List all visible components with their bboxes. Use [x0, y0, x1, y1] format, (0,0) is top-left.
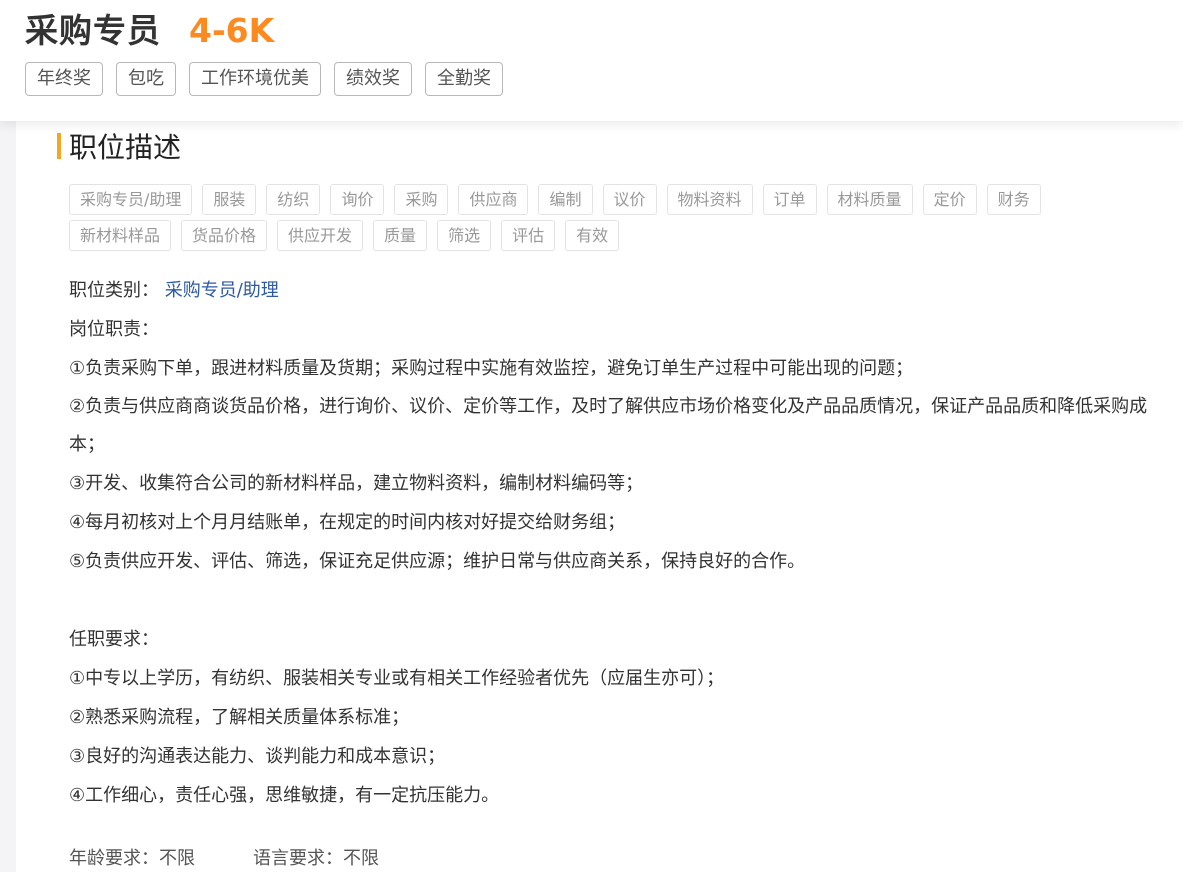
- section-title-text: 职位描述: [69, 131, 182, 164]
- keyword-tag[interactable]: 供应商: [458, 184, 529, 215]
- job-description-card: 职位描述 采购专员/助理 服装 纺织 询价 采购 供应商 编制 议价 物料资料 …: [16, 112, 1183, 872]
- keyword-tag[interactable]: 筛选: [437, 220, 492, 251]
- keyword-tag[interactable]: 物料资料: [666, 184, 753, 215]
- job-title: 采购专员: [25, 11, 161, 50]
- duty-item: ③开发、收集符合公司的新材料样品，建立物料资料，编制材料编码等；: [69, 473, 644, 494]
- requirements-heading: 任职要求：: [69, 629, 159, 650]
- keyword-row: 采购专员/助理 服装 纺织 询价 采购 供应商 编制 议价 物料资料 订单 材料…: [69, 184, 1079, 215]
- keyword-tag[interactable]: 供应开发: [277, 220, 364, 251]
- duties-heading: 岗位职责：: [69, 319, 159, 340]
- job-header: 采购专员 4-6K 年终奖 包吃 工作环境优美 绩效奖 全勤奖: [0, 0, 1183, 121]
- language-requirement: 语言要求：不限: [253, 848, 379, 869]
- keyword-tag[interactable]: 有效: [565, 220, 620, 251]
- benefit-tag: 绩效奖: [334, 62, 412, 96]
- duty-item: ①负责采购下单，跟进材料质量及货期；采购过程中实施有效监控，避免订单生产过程中可…: [69, 358, 914, 379]
- keyword-tag[interactable]: 新材料样品: [69, 220, 172, 251]
- keyword-row: 新材料样品 货品价格 供应开发 质量 筛选 评估 有效: [69, 220, 1079, 251]
- keyword-tag[interactable]: 材料质量: [826, 184, 913, 215]
- keyword-tag[interactable]: 质量: [373, 220, 428, 251]
- benefit-tag: 包吃: [116, 62, 176, 96]
- keyword-tag[interactable]: 纺织: [266, 184, 321, 215]
- keyword-tag[interactable]: 服装: [202, 184, 257, 215]
- salary: 4-6K: [189, 11, 275, 50]
- keyword-tag[interactable]: 询价: [330, 184, 385, 215]
- requirement-item: ③良好的沟通表达能力、谈判能力和成本意识；: [69, 746, 446, 767]
- requirement-item: ①中专以上学历，有纺织、服装相关专业或有相关工作经验者优先（应届生亦可）；: [69, 668, 725, 689]
- keyword-tag[interactable]: 货品价格: [181, 220, 268, 251]
- keyword-tag[interactable]: 采购: [394, 184, 449, 215]
- job-category: 职位类别： 采购专员/助理: [69, 271, 1149, 310]
- benefit-tag: 工作环境优美: [189, 62, 321, 96]
- benefit-tag: 全勤奖: [425, 62, 503, 96]
- keyword-tags: 采购专员/助理 服装 纺织 询价 采购 供应商 编制 议价 物料资料 订单 材料…: [69, 184, 1079, 256]
- duty-item: ⑤负责供应开发、评估、筛选，保证充足供应源；维护日常与供应商关系，保持良好的合作…: [69, 551, 806, 572]
- requirement-item: ②熟悉采购流程，了解相关质量体系标准；: [69, 707, 410, 728]
- job-details: 职位类别： 采购专员/助理 岗位职责： ①负责采购下单，跟进材料质量及货期；采购…: [69, 271, 1149, 815]
- age-requirement: 年龄要求：不限: [69, 848, 195, 869]
- keyword-tag[interactable]: 定价: [922, 184, 977, 215]
- category-link[interactable]: 采购专员/助理: [165, 280, 279, 301]
- keyword-tag[interactable]: 议价: [602, 184, 657, 215]
- accent-bar: [57, 133, 61, 159]
- keyword-tag[interactable]: 订单: [762, 184, 817, 215]
- keyword-tag[interactable]: 编制: [538, 184, 593, 215]
- title-row: 采购专员 4-6K: [25, 4, 274, 52]
- extra-requirements: 年龄要求：不限 语言要求：不限: [69, 844, 437, 870]
- duty-item: ④每月初核对上个月月结账单，在规定的时间内核对好提交给财务组；: [69, 512, 626, 533]
- requirement-item: ④工作细心，责任心强，思维敏捷，有一定抗压能力。: [69, 785, 500, 806]
- benefit-tag: 年终奖: [25, 62, 103, 96]
- keyword-tag[interactable]: 采购专员/助理: [69, 184, 193, 215]
- keyword-tag[interactable]: 财务: [986, 184, 1041, 215]
- category-label: 职位类别：: [69, 280, 159, 301]
- duty-item: ②负责与供应商商谈货品价格，进行询价、议价、定价等工作，及时了解供应市场价格变化…: [69, 396, 1148, 455]
- keyword-tag[interactable]: 评估: [501, 220, 556, 251]
- benefit-tags: 年终奖 包吃 工作环境优美 绩效奖 全勤奖: [25, 62, 516, 96]
- section-title: 职位描述: [57, 126, 181, 166]
